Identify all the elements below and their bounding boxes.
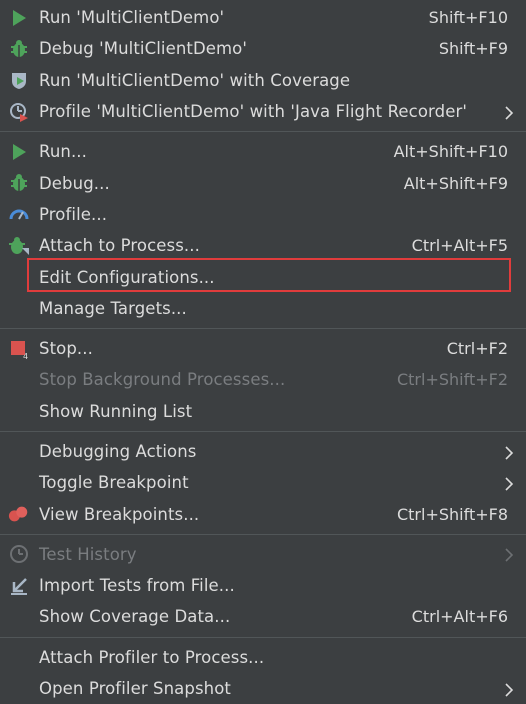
menu-item-open-profiler-snapshot[interactable]: Open Profiler Snapshot bbox=[0, 673, 526, 704]
menu-item-attach-profiler-to-process[interactable]: Attach Profiler to Process... bbox=[0, 642, 526, 673]
highlight-box bbox=[27, 258, 511, 292]
menu-item-manage-targets[interactable]: Manage Targets... bbox=[0, 293, 526, 324]
run-icon bbox=[8, 141, 30, 163]
menu-item-stop[interactable]: 4 Stop... Ctrl+F2 bbox=[0, 333, 526, 364]
import-icon bbox=[8, 575, 30, 597]
menu-separator bbox=[0, 430, 526, 432]
menu-item-shortcut: Alt+Shift+F10 bbox=[393, 142, 508, 162]
menu-item-run-multiclientdemo-with-coverage[interactable]: Run 'MultiClientDemo' with Coverage bbox=[0, 65, 526, 96]
menu-item-label: Stop... bbox=[39, 339, 93, 359]
svg-text:4: 4 bbox=[23, 352, 28, 360]
menu-item-shortcut: Shift+F10 bbox=[428, 8, 508, 28]
menu-item-label: Run 'MultiClientDemo' with Coverage bbox=[39, 70, 351, 90]
menu-item-attach-to-process[interactable]: Attach to Process... Ctrl+Alt+F5 bbox=[0, 230, 526, 261]
chevron-right-icon bbox=[504, 105, 514, 120]
menu-item-show-running-list[interactable]: Show Running List bbox=[0, 396, 526, 427]
profile-icon bbox=[8, 101, 30, 123]
stop-icon: 4 bbox=[8, 338, 30, 360]
menu-item-shortcut: Shift+F9 bbox=[438, 39, 508, 59]
menu-item-profile-multiclientdemo-with-java-flight-recorder[interactable]: Profile 'MultiClientDemo' with 'Java Fli… bbox=[0, 96, 526, 127]
menu-separator bbox=[0, 327, 526, 329]
menu-item-label: Stop Background Processes... bbox=[39, 370, 286, 390]
menu-item-debug[interactable]: Debug... Alt+Shift+F9 bbox=[0, 167, 526, 198]
menu-item-label: Show Coverage Data... bbox=[39, 607, 231, 627]
menu-item-label: Debugging Actions bbox=[39, 442, 197, 461]
menu-item-label: Profile 'MultiClientDemo' with 'Java Fli… bbox=[39, 102, 467, 122]
menu-item-shortcut: Alt+Shift+F9 bbox=[403, 173, 508, 193]
menu-item-label: Profile... bbox=[39, 204, 108, 224]
menu-item-label: Run 'MultiClientDemo' bbox=[39, 8, 225, 28]
menu-item-debug-multiclientdemo[interactable]: Debug 'MultiClientDemo' Shift+F9 bbox=[0, 33, 526, 64]
menu-item-label: Debug 'MultiClientDemo' bbox=[39, 39, 248, 59]
menu-item-label: Open Profiler Snapshot bbox=[39, 679, 231, 699]
menu-item-show-coverage-data[interactable]: Show Coverage Data... Ctrl+Alt+F6 bbox=[0, 601, 526, 632]
menu-separator bbox=[0, 131, 526, 133]
coverage-icon bbox=[8, 69, 30, 91]
menu-item-label: Debug... bbox=[39, 173, 110, 193]
chevron-right-icon bbox=[504, 476, 514, 491]
menu-item-profile[interactable]: Profile... bbox=[0, 199, 526, 230]
menu-item-run[interactable]: Run... Alt+Shift+F10 bbox=[0, 136, 526, 167]
menu-separator bbox=[0, 636, 526, 638]
run-icon bbox=[8, 7, 30, 29]
chevron-right-icon bbox=[504, 547, 514, 562]
menu-item-label: Test History bbox=[39, 544, 137, 564]
menu-item-label: Toggle Breakpoint bbox=[39, 473, 189, 493]
menu-item-shortcut: Ctrl+Shift+F8 bbox=[396, 504, 508, 524]
chevron-right-icon bbox=[504, 445, 514, 460]
menu-item-run-multiclientdemo[interactable]: Run 'MultiClientDemo' Shift+F10 bbox=[0, 2, 526, 33]
debug-icon bbox=[8, 172, 30, 194]
menu-item-shortcut: Ctrl+F2 bbox=[446, 339, 508, 359]
menu-item-shortcut: Ctrl+Alt+F6 bbox=[411, 607, 508, 627]
run-menu: Run 'MultiClientDemo' Shift+F10 Debug 'Mul… bbox=[0, 0, 526, 698]
menu-item-shortcut: Ctrl+Shift+F2 bbox=[396, 370, 508, 390]
debug-icon bbox=[8, 38, 30, 60]
menu-item-toggle-breakpoint[interactable]: Toggle Breakpoint bbox=[0, 467, 526, 498]
menu-item-stop-background-processes: Stop Background Processes... Ctrl+Shift+F… bbox=[0, 364, 526, 395]
menu-item-label: Import Tests from File... bbox=[39, 576, 235, 596]
menu-item-label: Show Running List bbox=[39, 401, 193, 421]
menu-item-shortcut: Ctrl+Alt+F5 bbox=[411, 236, 508, 256]
gauge-icon bbox=[8, 203, 30, 225]
menu-item-label: View Breakpoints... bbox=[39, 504, 200, 524]
menu-separator bbox=[0, 533, 526, 535]
menu-item-view-breakpoints[interactable]: View Breakpoints... Ctrl+Shift+F8 bbox=[0, 498, 526, 529]
attach-debug-icon bbox=[8, 235, 30, 257]
menu-item-label: Attach Profiler to Process... bbox=[39, 647, 265, 667]
menu-item-label: Attach to Process... bbox=[39, 236, 200, 256]
menu-item-import-tests-from-file[interactable]: Import Tests from File... bbox=[0, 570, 526, 601]
menu-item-label: Manage Targets... bbox=[39, 298, 187, 318]
menu-item-label: Run... bbox=[39, 142, 87, 162]
breakpoints-icon bbox=[8, 503, 30, 525]
menu-item-debugging-actions[interactable]: Debugging Actions bbox=[0, 436, 526, 467]
history-icon bbox=[8, 543, 30, 565]
menu-item-test-history: Test History bbox=[0, 539, 526, 570]
